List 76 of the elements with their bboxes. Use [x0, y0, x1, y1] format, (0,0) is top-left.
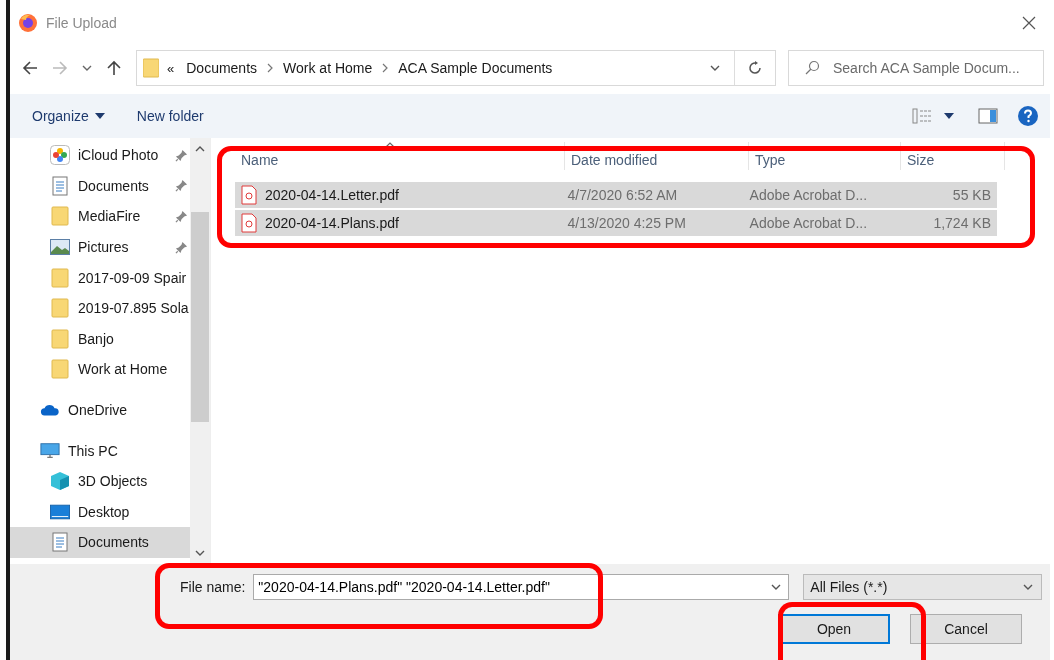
cube-icon — [50, 471, 70, 492]
dropdown-caret-icon[interactable] — [771, 584, 782, 590]
folder-icon — [50, 298, 70, 319]
cancel-button[interactable]: Cancel — [910, 614, 1022, 644]
table-cell: 2020-04-14.Letter.pdf — [265, 187, 399, 203]
folder-icon — [50, 359, 70, 380]
table-cell: 4/13/2020 4:25 PM — [567, 215, 686, 231]
sidebar-item[interactable]: This PC — [10, 435, 190, 466]
column-header[interactable]: Name — [235, 142, 565, 170]
file-type-dropdown[interactable]: All Files (*.*) — [803, 574, 1042, 600]
sidebar-item[interactable]: Work at Home — [10, 354, 190, 385]
search-field[interactable]: Search ACA Sample Docum... — [788, 50, 1044, 86]
document-icon — [50, 175, 70, 196]
scroll-up-icon[interactable] — [195, 146, 205, 152]
close-icon[interactable] — [1022, 16, 1036, 30]
caret-icon — [94, 113, 105, 119]
file-row[interactable]: 2020-04-14.Letter.pdf 4/7/2020 6:52 AM Adobe Acrobat D... 55 KB — [235, 182, 997, 208]
file-name-label: File name: — [180, 579, 246, 595]
table-cell: Adobe Acrobat D... — [749, 187, 868, 203]
sidebar-item[interactable]: MediaFire — [10, 201, 190, 232]
column-header[interactable]: Date modified — [565, 142, 749, 170]
window-title: File Upload — [46, 15, 117, 31]
scrollbar[interactable] — [190, 138, 210, 564]
folder-icon — [50, 328, 70, 349]
computer-icon — [40, 440, 60, 461]
chevron-icon[interactable] — [382, 63, 389, 73]
view-caret-icon[interactable] — [944, 113, 954, 119]
dropdown-caret-icon[interactable] — [1023, 584, 1033, 590]
photos-icon — [50, 145, 70, 166]
sidebar-item[interactable]: Banjo — [10, 323, 190, 355]
table-cell: 1,724 KB — [933, 215, 991, 231]
sidebar-item[interactable]: Desktop — [10, 496, 190, 528]
sidebar-item[interactable]: OneDrive — [10, 394, 190, 426]
breadcrumb[interactable]: Work at Home — [283, 60, 373, 76]
sidebar-item[interactable]: iCloud Photo — [10, 140, 190, 171]
table-cell: 2020-04-14.Plans.pdf — [265, 215, 399, 231]
pictures-icon — [50, 237, 70, 258]
column-header[interactable]: Size — [901, 142, 1005, 170]
document-icon — [50, 532, 70, 553]
sidebar-item[interactable]: Documents — [10, 527, 190, 558]
refresh-icon[interactable] — [747, 60, 763, 76]
pdf-icon — [241, 185, 257, 205]
sidebar-item[interactable]: 2017-09-09 Spair — [10, 262, 190, 293]
sidebar-item[interactable]: 2019-07.895 Sola — [10, 292, 190, 324]
file-row[interactable]: 2020-04-14.Plans.pdf 4/13/2020 4:25 PM Adobe Acrobat D... 1,724 KB — [235, 210, 997, 236]
toolbar-button[interactable]: Organize — [26, 104, 111, 128]
sidebar-item[interactable]: Documents — [10, 170, 190, 202]
table-cell: 4/7/2020 6:52 AM — [567, 187, 678, 203]
table-cell: Adobe Acrobat D... — [749, 215, 868, 231]
browser-logo-icon — [18, 13, 38, 33]
up-arrow-icon[interactable] — [106, 60, 122, 76]
folder-icon — [50, 206, 70, 227]
folder-icon — [50, 267, 70, 288]
folder-icon — [143, 58, 159, 78]
pin-icon[interactable] — [175, 179, 188, 193]
scroll-down-icon[interactable] — [195, 550, 205, 556]
pin-icon[interactable] — [175, 210, 188, 223]
pdf-icon — [241, 213, 257, 233]
dropdown-caret-icon[interactable] — [710, 65, 720, 71]
column-header[interactable]: Type — [749, 142, 901, 170]
address-bar[interactable]: « Documents Work at Home ACA Sample Documents — [136, 50, 776, 86]
breadcrumb[interactable]: Documents — [186, 60, 258, 76]
chevron-icon[interactable] — [267, 63, 274, 73]
preview-pane-icon[interactable] — [978, 108, 998, 124]
table-cell: 55 KB — [952, 187, 991, 203]
overflow-chevron[interactable]: « — [167, 60, 175, 76]
toolbar-button[interactable]: New folder — [130, 104, 210, 128]
pin-icon[interactable] — [175, 240, 188, 254]
pin-icon[interactable] — [175, 148, 188, 162]
file-name-field[interactable]: "2020-04-14.Plans.pdf" "2020-04-14.Letter.pdf" — [253, 574, 790, 600]
back-arrow-icon[interactable] — [22, 60, 38, 76]
recent-caret-icon[interactable] — [82, 65, 92, 71]
breadcrumb[interactable]: ACA Sample Documents — [398, 60, 553, 76]
sidebar-item[interactable]: Pictures — [10, 231, 190, 263]
sidebar-item[interactable]: 3D Objects — [10, 465, 190, 497]
help-icon[interactable] — [1018, 106, 1038, 126]
